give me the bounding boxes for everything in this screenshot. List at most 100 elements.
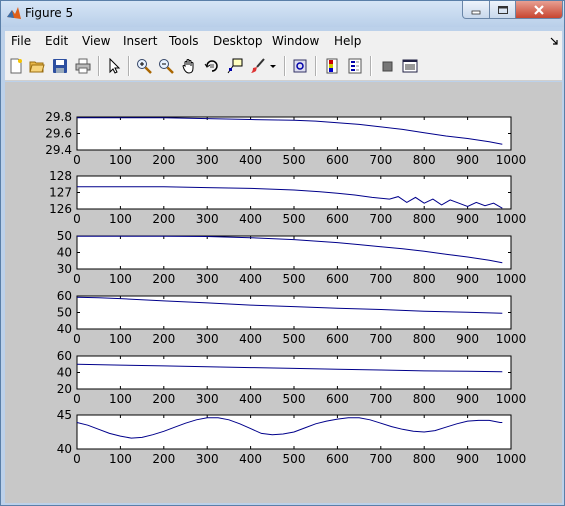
- x-tick-label: 0: [73, 272, 81, 286]
- x-tick-label: 300: [196, 153, 219, 167]
- y-tick-label: 40: [57, 366, 72, 380]
- close-button[interactable]: [515, 1, 563, 19]
- save-icon: [53, 59, 67, 73]
- menu-file[interactable]: File: [11, 34, 31, 48]
- x-tick-label: 500: [283, 452, 306, 466]
- brush-button[interactable]: [249, 57, 267, 75]
- menu-edit[interactable]: Edit: [45, 34, 68, 48]
- show-plot-tools-button[interactable]: [401, 57, 419, 75]
- y-tick-label: 29.8: [45, 110, 72, 124]
- legend-button[interactable]: [346, 57, 364, 75]
- menu-view[interactable]: View: [82, 34, 110, 48]
- brush-icon: [251, 58, 265, 73]
- y-tick-label: 40: [57, 246, 72, 260]
- x-tick-label: 900: [456, 452, 479, 466]
- minimize-icon: [471, 10, 481, 14]
- x-tick-label: 700: [369, 212, 392, 226]
- print-button[interactable]: [74, 57, 92, 75]
- x-tick-label: 0: [73, 392, 81, 406]
- new-file-icon: [10, 58, 22, 74]
- menu-bar: File Edit View Insert Tools Desktop Wind…: [5, 31, 562, 51]
- y-tick-label: 40: [57, 322, 72, 336]
- x-tick-label: 1000: [496, 392, 527, 406]
- x-tick-label: 400: [239, 392, 262, 406]
- figure-window: Figure 5 File Edit View Insert Tools Des…: [0, 0, 565, 506]
- x-tick-label: 800: [413, 212, 436, 226]
- x-tick-label: 600: [326, 392, 349, 406]
- link-plot-button[interactable]: [291, 57, 309, 75]
- menu-desktop[interactable]: Desktop: [213, 34, 263, 48]
- printer-icon: [75, 58, 91, 74]
- save-button[interactable]: [51, 57, 69, 75]
- x-tick-label: 100: [109, 332, 132, 346]
- menu-help[interactable]: Help: [334, 34, 361, 48]
- x-tick-label: 100: [109, 392, 132, 406]
- zoom-in-button[interactable]: [135, 57, 153, 75]
- x-tick-label: 200: [152, 332, 175, 346]
- x-tick-label: 1000: [496, 153, 527, 167]
- x-tick-label: 200: [152, 272, 175, 286]
- x-tick-label: 0: [73, 332, 81, 346]
- subplots: 0 100 200 300 400 500 600 700 800 900 100029.829.6…: [45, 110, 527, 466]
- y-tick-label: 127: [49, 186, 72, 200]
- maximize-button[interactable]: [489, 1, 516, 19]
- x-tick-label: 800: [413, 332, 436, 346]
- pan-button[interactable]: [180, 57, 198, 75]
- zoom-out-icon: [159, 59, 174, 74]
- x-tick-label: 300: [196, 272, 219, 286]
- menu-tools[interactable]: Tools: [169, 34, 199, 48]
- x-tick-label: 300: [196, 212, 219, 226]
- rotate-3d-button[interactable]: [203, 57, 221, 75]
- figure-toolbar: [5, 51, 562, 81]
- brush-dropdown[interactable]: [268, 57, 278, 75]
- x-tick-label: 400: [239, 212, 262, 226]
- x-tick-label: 700: [369, 452, 392, 466]
- x-tick-label: 500: [283, 332, 306, 346]
- x-tick-label: 400: [239, 452, 262, 466]
- colorbar-button[interactable]: [323, 57, 341, 75]
- toolbar-separator: [284, 56, 286, 76]
- colorbar-icon: [326, 58, 338, 74]
- figure-canvas: 0 100 200 300 400 500 600 700 800 900 1000 29.8 29.6…: [5, 82, 562, 503]
- x-tick-label: 800: [413, 392, 436, 406]
- x-tick-label: 200: [152, 392, 175, 406]
- data-cursor-button[interactable]: [226, 57, 244, 75]
- x-tick-label: 900: [456, 212, 479, 226]
- x-tick-label: 600: [326, 332, 349, 346]
- x-tick-label: 700: [369, 392, 392, 406]
- chevron-down-icon: [270, 65, 276, 68]
- subplot-axes-4[interactable]: [76, 295, 512, 330]
- rotate-icon: [204, 60, 218, 72]
- subplot-axes-3[interactable]: [76, 235, 512, 270]
- title-bar[interactable]: Figure 5: [1, 1, 564, 27]
- x-tick-label: 100: [109, 272, 132, 286]
- x-tick-label: 900: [456, 332, 479, 346]
- x-tick-label: 800: [413, 153, 436, 167]
- hide-plot-tools-button[interactable]: [378, 57, 396, 75]
- y-tick-label: 20: [57, 382, 72, 396]
- x-tick-label: 100: [109, 153, 132, 167]
- subplot-axes-1[interactable]: [76, 116, 512, 151]
- menu-insert[interactable]: Insert: [123, 34, 157, 48]
- x-tick-label: 400: [239, 153, 262, 167]
- x-tick-label: 300: [196, 332, 219, 346]
- y-tick-label: 50: [57, 306, 72, 320]
- toolbar-separator: [370, 56, 372, 76]
- matlab-icon: [7, 7, 21, 19]
- zoom-out-button[interactable]: [157, 57, 175, 75]
- y-tick-label: 29.4: [45, 143, 72, 157]
- minimize-button[interactable]: [462, 1, 490, 19]
- link-plot-icon: [293, 59, 307, 73]
- x-tick-label: 1000: [496, 272, 527, 286]
- open-file-button[interactable]: [28, 57, 46, 75]
- data-cursor-icon: [227, 58, 243, 74]
- pointer-button[interactable]: [105, 57, 123, 75]
- x-tick-label: 0: [73, 452, 81, 466]
- x-tick-label: 900: [456, 392, 479, 406]
- menu-window[interactable]: Window: [272, 34, 319, 48]
- subplot-axes-2[interactable]: [76, 175, 512, 210]
- subplot-axes-5[interactable]: [76, 355, 512, 390]
- x-tick-label: 500: [283, 153, 306, 167]
- new-figure-button[interactable]: [7, 57, 25, 75]
- dock-arrow-icon[interactable]: [549, 36, 559, 46]
